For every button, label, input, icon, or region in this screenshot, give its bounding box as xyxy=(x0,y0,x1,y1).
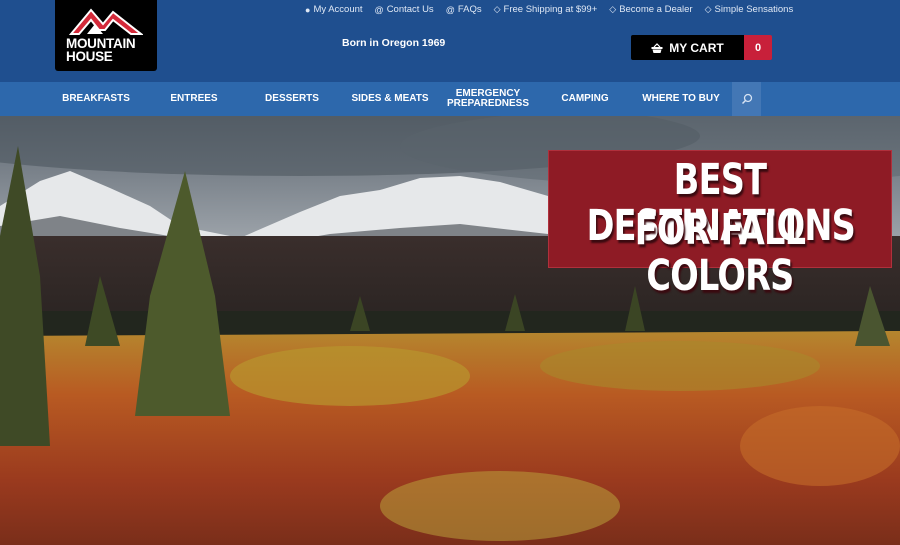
nav-item-camping[interactable]: CAMPING xyxy=(550,82,620,116)
logo-text-line2: HOUSE xyxy=(66,49,113,64)
cart-main[interactable]: MY CART xyxy=(631,35,744,60)
nav-item-breakfasts[interactable]: BREAKFASTS xyxy=(50,82,142,116)
util-link-label: FAQs xyxy=(457,4,482,15)
nav-item-entrees[interactable]: ENTREES xyxy=(152,82,236,116)
cart-button[interactable]: MY CART 0 xyxy=(631,35,772,60)
util-link-my-account[interactable]: ● My Account xyxy=(305,4,363,15)
nav-item-desserts[interactable]: DESSERTS xyxy=(250,82,334,116)
at-icon: @ xyxy=(445,4,455,15)
util-link-faqs[interactable]: @ FAQs xyxy=(446,4,482,15)
util-link-label: Become a Dealer xyxy=(619,4,693,15)
cart-count-badge: 0 xyxy=(744,35,772,60)
util-link-label: Free Shipping at $99+ xyxy=(503,4,598,15)
tagline: Born in Oregon 1969 xyxy=(342,37,446,49)
nav-item-where-to-buy[interactable]: WHERE TO BUY xyxy=(636,82,726,116)
util-link-free-shipping[interactable]: ◇ Free Shipping at $99+ xyxy=(494,4,598,15)
mountain-house-logo[interactable]: MOUNTAIN HOUSE xyxy=(55,0,157,71)
cart-label: MY CART xyxy=(669,40,724,55)
tag-icon: ◇ xyxy=(704,4,712,14)
util-link-label: My Account xyxy=(313,4,363,15)
main-nav: BREAKFASTS ENTREES DESSERTS SIDES & MEAT… xyxy=(0,82,900,116)
tag-icon: ◇ xyxy=(609,4,617,14)
search-button[interactable] xyxy=(732,82,761,116)
util-link-label: Contact Us xyxy=(386,4,434,15)
hero-headline-line2: FOR FALL COLORS xyxy=(634,205,806,301)
search-icon xyxy=(741,93,752,105)
at-icon: @ xyxy=(374,4,384,15)
mountain-logo-icon xyxy=(69,8,143,35)
user-icon: ● xyxy=(305,4,311,15)
util-link-contact-us[interactable]: @ Contact Us xyxy=(375,4,434,15)
nav-item-emergency-preparedness[interactable]: EMERGENCY PREPAREDNESS xyxy=(440,82,536,116)
nav-item-label-line2: PREPAREDNESS xyxy=(446,98,530,109)
util-link-simple-sensations[interactable]: ◇ Simple Sensations xyxy=(705,4,794,15)
basket-icon xyxy=(651,42,663,53)
nav-item-sides-meats[interactable]: SIDES & MEATS xyxy=(344,82,436,116)
tag-icon: ◇ xyxy=(493,4,501,14)
hero-headline-banner[interactable]: BEST DESTINATIONS FOR FALL COLORS xyxy=(548,150,892,299)
util-link-become-dealer[interactable]: ◇ Become a Dealer xyxy=(609,4,692,15)
hero-banner[interactable]: BEST DESTINATIONS FOR FALL COLORS xyxy=(0,116,900,545)
site-header: MOUNTAIN HOUSE ● My Account @ Contact Us… xyxy=(0,0,900,82)
utility-nav: ● My Account @ Contact Us @ FAQs ◇ Free … xyxy=(305,4,793,15)
util-link-label: Simple Sensations xyxy=(714,4,794,15)
